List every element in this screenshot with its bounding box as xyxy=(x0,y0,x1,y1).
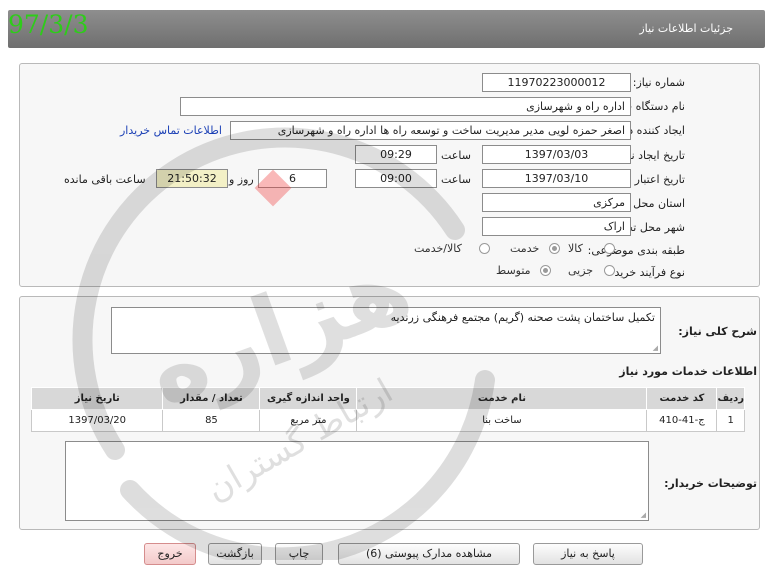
col-row-number: ردیف xyxy=(716,387,745,410)
col-unit: واحد اندازه گیری xyxy=(259,387,358,410)
col-quantity: تعداد / مقدار xyxy=(162,387,261,410)
cell-service-name: ساخت بنا xyxy=(356,409,648,432)
city-field[interactable]: اراک xyxy=(482,217,631,236)
category-radio-goods-service[interactable] xyxy=(479,243,490,254)
back-button[interactable]: بازگشت xyxy=(208,543,262,565)
province-field[interactable]: مرکزی xyxy=(482,193,631,212)
reply-button[interactable]: پاسخ به نیاز xyxy=(533,543,643,565)
attachments-button[interactable]: مشاهده مدارک پیوستی (6) xyxy=(338,543,520,565)
process-radio-minor[interactable] xyxy=(604,265,615,276)
process-minor-label: جزیی xyxy=(568,264,594,277)
need-number-field[interactable]: 1197022300001​2 xyxy=(482,73,631,92)
validity-time-label: ساعت xyxy=(441,173,471,186)
buyer-notes-label: توضیحات خریدار: xyxy=(664,477,757,490)
buyer-org-field[interactable]: اداره راه و شهرسازی xyxy=(180,97,631,116)
page-header: جزئیات اطلاعات نیاز xyxy=(8,10,765,48)
day-and-label: روز و xyxy=(229,173,254,186)
resize-grip-icon[interactable]: ◢ xyxy=(653,344,658,352)
category-goods-service-label: کالا/خدمت xyxy=(414,242,462,255)
resize-grip-icon[interactable]: ◢ xyxy=(641,511,646,519)
process-label: نوع فرآیند خرید : xyxy=(607,266,685,279)
category-radio-goods[interactable] xyxy=(604,243,615,254)
description-textarea[interactable]: تکمیل ساختمان پشت صحنه (گریم) مجتمع فرهن… xyxy=(111,307,661,354)
days-field[interactable]: 6 xyxy=(258,169,327,188)
col-service-name: نام خدمت xyxy=(356,387,648,410)
cell-service-code: ج-41-410 xyxy=(646,409,718,432)
description-label: شرح کلی نیاز: xyxy=(678,325,757,338)
category-label: طبقه بندی موضوعی: xyxy=(587,244,685,257)
process-radio-medium[interactable] xyxy=(540,265,551,276)
col-service-code: کد خدمت xyxy=(646,387,718,410)
cell-quantity: 85 xyxy=(162,409,261,432)
date-stamp: 97/3/3 xyxy=(8,10,89,39)
cell-row-number: 1 xyxy=(716,409,745,432)
contact-info-link[interactable]: اطلاعات تماس خریدار xyxy=(120,124,222,137)
validity-time-field[interactable]: 09:00 xyxy=(355,169,437,188)
category-radio-service[interactable] xyxy=(549,243,560,254)
remaining-label: ساعت باقی مانده xyxy=(64,173,146,186)
buyer-notes-textarea[interactable]: ◢ xyxy=(65,441,649,521)
need-number-label: شماره نیاز: xyxy=(632,76,685,89)
services-table-header: ردیف کد خدمت نام خدمت واحد اندازه گیری ت… xyxy=(30,387,745,410)
exit-button[interactable]: خروج xyxy=(144,543,196,565)
table-row[interactable]: 1 ج-41-410 ساخت بنا متر مربع 85 1397/03/… xyxy=(30,409,745,432)
cell-need-date: 1397/03/20 xyxy=(30,409,164,432)
page-title: جزئیات اطلاعات نیاز xyxy=(639,22,733,35)
description-text: تکمیل ساختمان پشت صحنه (گریم) مجتمع فرهن… xyxy=(390,311,655,324)
services-table: ردیف کد خدمت نام خدمت واحد اندازه گیری ت… xyxy=(30,387,745,432)
category-service-label: خدمت xyxy=(510,242,540,255)
requester-field[interactable]: اصغر حمزه لویی مدیر مدیریت ساخت و توسعه … xyxy=(230,121,631,140)
col-need-date: تاریخ نیاز xyxy=(30,387,164,410)
created-date-field[interactable]: 1397/03/03 xyxy=(482,145,631,164)
created-time-label: ساعت xyxy=(441,149,471,162)
category-goods-label: کالا xyxy=(568,242,583,255)
remaining-time-field: 21:50:32 xyxy=(156,169,228,188)
services-title: اطلاعات خدمات مورد نیاز xyxy=(619,365,757,378)
process-medium-label: متوسط xyxy=(496,264,531,277)
validity-date-field[interactable]: 1397/03/10 xyxy=(482,169,631,188)
print-button[interactable]: چاپ xyxy=(275,543,323,565)
created-time-field[interactable]: 09:29 xyxy=(355,145,437,164)
cell-unit: متر مربع xyxy=(259,409,358,432)
